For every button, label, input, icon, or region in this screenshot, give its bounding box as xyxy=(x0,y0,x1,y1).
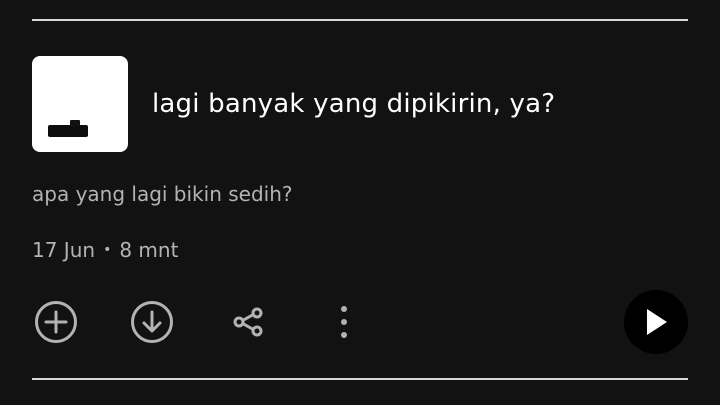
more-options-button[interactable] xyxy=(320,298,368,346)
cover-object xyxy=(48,125,88,137)
share-button[interactable] xyxy=(224,298,272,346)
add-to-library-button[interactable] xyxy=(32,298,80,346)
more-vertical-icon xyxy=(341,306,347,338)
episode-date: 17 Jun xyxy=(32,238,96,262)
top-divider xyxy=(32,19,688,21)
play-icon xyxy=(647,309,667,335)
meta-separator: • xyxy=(103,242,112,258)
episode-title[interactable]: lagi banyak yang dipikirin, ya? xyxy=(152,87,555,121)
episode-header: lagi banyak yang dipikirin, ya? xyxy=(32,56,555,152)
episode-cover-image[interactable] xyxy=(32,56,128,152)
play-button[interactable] xyxy=(624,290,688,354)
share-icon xyxy=(233,307,263,337)
plus-circle-icon xyxy=(35,301,77,343)
episode-duration: 8 mnt xyxy=(119,238,179,262)
download-circle-icon xyxy=(131,301,173,343)
bottom-divider xyxy=(32,378,688,380)
episode-meta: 17 Jun • 8 mnt xyxy=(32,236,178,264)
cover-object-top xyxy=(70,120,80,127)
download-button[interactable] xyxy=(128,298,176,346)
episode-description: apa yang lagi bikin sedih? xyxy=(32,182,293,206)
